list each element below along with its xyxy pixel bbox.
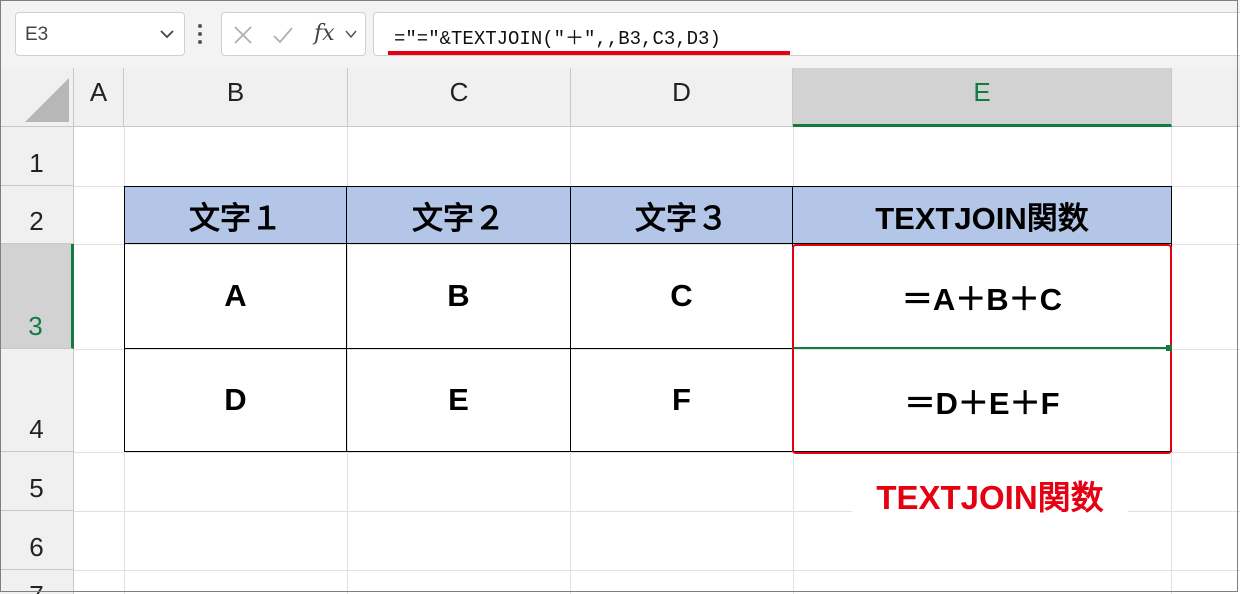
cell-b4[interactable]: D	[125, 349, 347, 451]
row-number: 5	[29, 473, 44, 503]
formula-text: ="="&TEXTJOIN("＋",,B3,C3,D3)	[394, 28, 721, 50]
column-header-d[interactable]: D	[571, 68, 793, 127]
cell-c3[interactable]: B	[347, 244, 571, 349]
row-number: 6	[29, 532, 44, 562]
column-header-e[interactable]: E	[793, 68, 1172, 127]
column-header-f[interactable]	[1172, 68, 1240, 127]
select-all-triangle-icon	[25, 78, 69, 122]
cell-d2[interactable]: 文字３	[571, 187, 793, 244]
cancel-icon[interactable]	[232, 24, 254, 46]
cell-d4[interactable]: F	[571, 349, 793, 451]
column-header-a[interactable]: A	[74, 68, 124, 127]
more-options-icon[interactable]	[196, 22, 204, 46]
row-header-3[interactable]: 3	[0, 244, 74, 349]
formula-underline	[388, 51, 790, 55]
selection-border	[793, 347, 1170, 349]
row-number: 7	[0, 580, 73, 594]
fill-handle[interactable]	[1166, 345, 1172, 351]
cell-c4[interactable]: E	[347, 349, 571, 451]
row-number: 4	[29, 414, 44, 444]
row-header-7[interactable]: 7	[0, 570, 74, 594]
row-header-4[interactable]: 4	[0, 349, 74, 452]
row-number: 1	[29, 148, 44, 178]
column-header-b[interactable]: B	[124, 68, 348, 127]
cell-b3[interactable]: A	[125, 244, 347, 349]
highlight-box	[792, 244, 1172, 454]
chevron-down-icon[interactable]	[158, 25, 176, 43]
name-box-value: E3	[25, 24, 49, 45]
insert-function-icon[interactable]: fx	[314, 21, 335, 46]
cell-b2[interactable]: 文字１	[125, 187, 347, 244]
annotation-label: TEXTJOIN関数	[852, 476, 1128, 516]
chevron-down-icon[interactable]	[344, 27, 358, 41]
cell-d3[interactable]: C	[571, 244, 793, 349]
enter-check-icon[interactable]	[272, 24, 294, 46]
formula-commands: fx	[221, 12, 366, 56]
row-header-1[interactable]: 1	[0, 127, 74, 186]
cell-e2[interactable]: TEXTJOIN関数	[793, 187, 1171, 244]
row-header-6[interactable]: 6	[0, 511, 74, 570]
row-number: 3	[28, 311, 43, 341]
row-header-5[interactable]: 5	[0, 452, 74, 511]
row-number: 2	[29, 206, 44, 236]
cell-c2[interactable]: 文字２	[347, 187, 571, 244]
name-box[interactable]: E3	[15, 12, 185, 56]
row-header-2[interactable]: 2	[0, 186, 74, 244]
formula-bar: E3 fx ="="&TEXTJOIN("＋",,B3,C3,D3)	[0, 0, 1240, 68]
select-all-corner[interactable]	[0, 68, 74, 127]
formula-input[interactable]: ="="&TEXTJOIN("＋",,B3,C3,D3)	[373, 12, 1240, 56]
gridline	[74, 570, 1240, 571]
column-header-c[interactable]: C	[348, 68, 571, 127]
